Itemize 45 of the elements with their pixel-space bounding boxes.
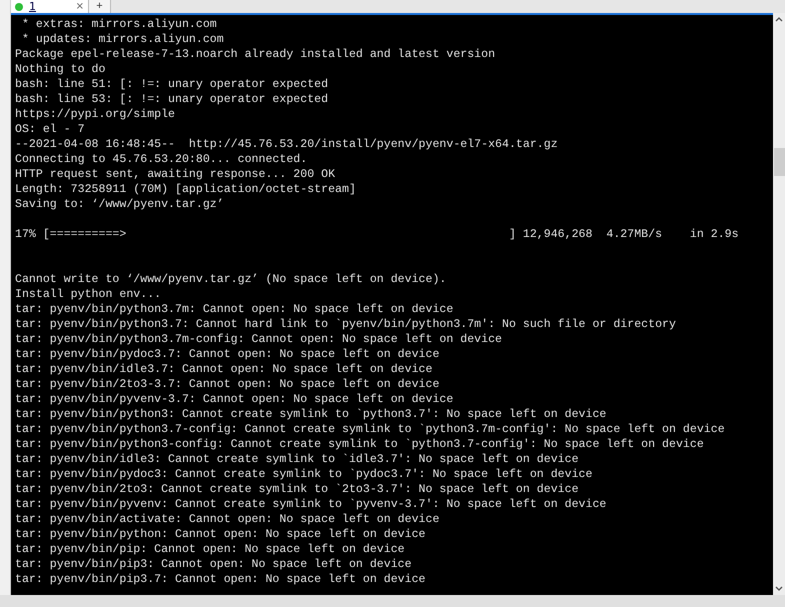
terminal-line: tar: pyenv/bin/pip3.7: Cannot open: No space left on device <box>15 572 426 587</box>
terminal-line: bash: line 53: [: !=: unary operator expected <box>15 92 330 107</box>
terminal-line: tar: pyenv/bin/pyvenv: Cannot create symlink to `pyvenv-3.7': No space left on device <box>15 497 608 512</box>
terminal-tab[interactable]: 1 × <box>11 0 89 13</box>
terminal-line: tar: pyenv/bin/python: Cannot open: No space left on device <box>15 527 426 542</box>
terminal-line: bash: line 51: [: !=: unary operator expected <box>15 77 330 92</box>
terminal-line: tar: pyenv/bin/python3: Cannot create symlink to `python3.7': No space left on device <box>15 407 608 422</box>
terminal-line: tar: pyenv/bin/pip3: Cannot open: No space left on device <box>15 557 413 572</box>
terminal-line: tar: pyenv/bin/python3.7-config: Cannot create symlink to `python3.7m-config': No space left on device <box>15 422 726 437</box>
terminal-line: * extras: mirrors.aliyun.com <box>20 17 218 32</box>
terminal-line: OS: el - 7 <box>15 122 86 137</box>
terminal-line: tar: pyenv/bin/python3-config: Cannot create symlink to `python3.7-config': No space left on device <box>15 437 705 452</box>
terminal-line: tar: pyenv/bin/python3.7: Cannot hard link to `pyenv/bin/python3.7m': No such file or directory <box>15 317 677 332</box>
tab-close-button[interactable]: × <box>76 2 84 12</box>
terminal-line: tar: pyenv/bin/pydoc3.7: Cannot open: No space left on device <box>15 347 440 362</box>
terminal-line: Install python env... <box>15 287 162 302</box>
terminal-line: --2021-04-08 16:48:45-- http://45.76.53.20/install/pyenv/pyenv-el7-x64.tar.gz <box>15 137 559 152</box>
scroll-up-icon[interactable] <box>775 17 783 22</box>
terminal-line: Connecting to 45.76.53.20:80... connected. <box>15 152 308 167</box>
terminal-line: tar: pyenv/bin/activate: Cannot open: No space left on device <box>15 512 440 527</box>
terminal-line: Cannot write to ‘/www/pyenv.tar.gz’ (No space left on device). <box>15 272 448 287</box>
terminal-line: Package epel-release-7-13.noarch already installed and latest version <box>15 47 496 62</box>
terminal-line: tar: pyenv/bin/2to3-3.7: Cannot open: No space left on device <box>15 377 440 392</box>
terminal-line: * updates: mirrors.aliyun.com <box>20 32 225 47</box>
terminal-line: tar: pyenv/bin/python3.7m-config: Cannot open: No space left on device <box>15 332 504 347</box>
terminal-line: tar: pyenv/bin/2to3: Cannot create symlink to `2to3-3.7': No space left on device <box>15 482 580 497</box>
status-dot-icon <box>15 2 23 10</box>
new-tab-button[interactable]: + <box>89 0 111 13</box>
terminal-line: Length: 73258911 (70M) [application/octet-stream] <box>15 182 357 197</box>
progress-bar-text: 17% [==========> <box>15 227 128 242</box>
tab-label: 1 <box>29 1 36 12</box>
terminal-line: tar: pyenv/bin/python3.7m: Cannot open: No space left on device <box>15 302 454 317</box>
terminal-line: tar: pyenv/bin/pydoc3: Cannot create symlink to `pydoc3.7': No space left on device <box>15 467 594 482</box>
scrollbar[interactable] <box>773 13 785 595</box>
terminal-line: tar: pyenv/bin/pip: Cannot open: No space left on device <box>15 542 406 557</box>
scroll-down-icon[interactable] <box>775 586 783 591</box>
terminal-line: https://pypi.org/simple <box>15 107 176 122</box>
terminal-line: Nothing to do <box>15 62 106 77</box>
terminal-line: HTTP request sent, awaiting response... 200 OK <box>15 167 336 182</box>
download-stats: ] 12,946,268 4.27MB/s in 2.9s <box>508 228 739 241</box>
terminal-line: tar: pyenv/bin/idle3: Cannot create symlink to `idle3.7': No space left on device <box>15 452 580 467</box>
terminal-line: tar: pyenv/bin/pyvenv-3.7: Cannot open: No space left on device <box>15 392 454 407</box>
scrollbar-thumb[interactable] <box>774 148 785 176</box>
terminal-line: Saving to: ‘/www/pyenv.tar.gz’ <box>15 197 225 212</box>
terminal-line: tar: pyenv/bin/idle3.7: Cannot open: No space left on device <box>15 362 434 377</box>
